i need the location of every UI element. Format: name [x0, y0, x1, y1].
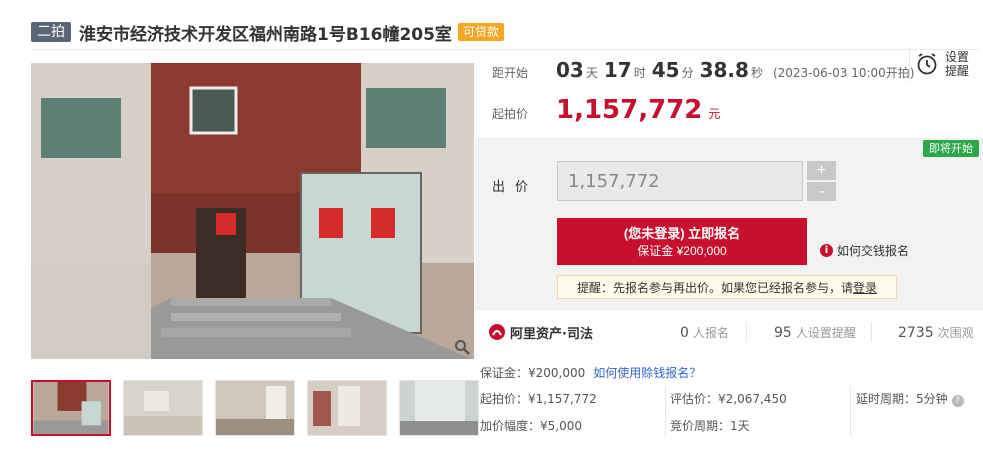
countdown-seconds: 38.8: [699, 58, 749, 82]
start-time: (2023-06-03 10:00开拍): [772, 66, 915, 80]
brand-name: 阿里资产·司法: [510, 326, 593, 342]
info-increment: 加价幅度：¥5,000: [480, 419, 582, 433]
countdown-minutes: 45: [651, 58, 680, 82]
status-badge: 即将开始: [923, 140, 979, 157]
thumbnail-5[interactable]: [399, 380, 479, 436]
countdown-label: 距开始: [492, 66, 529, 80]
main-photo[interactable]: [31, 63, 474, 359]
building-photo: [31, 63, 474, 359]
thumbnail-4[interactable]: [307, 380, 387, 436]
info-start-price: 起拍价：¥1,157,772: [480, 392, 597, 406]
countdown-days-unit: 天: [585, 66, 598, 80]
info-icon: i: [820, 244, 833, 257]
round-badge: 二拍: [31, 22, 71, 42]
grid-divider: [850, 386, 851, 436]
stat-divider: [871, 322, 872, 342]
countdown: 距开始 03 天 17 时 45 分 38.8 秒 (2023-06-03 10…: [492, 58, 914, 82]
increase-bid-button[interactable]: +: [807, 161, 836, 180]
stat-views: 2735 次围观: [898, 325, 974, 341]
login-tip: 提醒：先报名参与再出价。如果您已经报名参与，请登录: [557, 275, 897, 299]
alarm-clock-icon: [917, 53, 937, 75]
register-deposit-label: 保证金 ¥200,000: [637, 243, 727, 258]
decrease-bid-button[interactable]: -: [807, 182, 836, 201]
info-delay-period: 延时周期：5分钟?: [856, 390, 964, 407]
countdown-seconds-unit: 秒: [750, 66, 763, 80]
stat-reminders: 95 人设置提醒: [774, 325, 856, 341]
ali-asset-logo-icon: [489, 324, 505, 340]
loan-tag[interactable]: 可贷款: [457, 23, 504, 41]
grid-divider: [665, 386, 666, 436]
title-divider: [31, 49, 978, 50]
deposit-row: 保证金：¥200,000 如何使用赊钱报名？: [480, 364, 701, 381]
stats-row: 阿里资产·司法 0 人报名 95 人设置提醒 2735 次围观: [488, 318, 983, 346]
title-bar: 二拍 淮安市经济技术开发区福州南路1号B16幢205室 可贷款: [31, 21, 504, 45]
starting-price: 起拍价 1,157,772 元: [492, 95, 720, 125]
login-link[interactable]: 登录: [853, 281, 877, 295]
countdown-hours-unit: 时: [633, 66, 646, 80]
tip-text: 提醒：先报名参与再出价。如果您已经报名参与，请: [576, 281, 853, 295]
howto-register-label: 如何交钱报名: [837, 244, 910, 258]
howto-register-link[interactable]: i 如何交钱报名: [820, 242, 909, 259]
starting-price-value: 1,157,772: [556, 95, 703, 125]
reminder-label: 设置提醒: [945, 50, 970, 78]
thumbnail-2[interactable]: [123, 380, 203, 436]
reminder-divider: [909, 48, 910, 82]
zoom-icon[interactable]: [454, 339, 470, 355]
info-bid-period: 竞价周期：1天: [670, 419, 750, 433]
stat-divider: [746, 322, 747, 342]
starting-price-unit: 元: [708, 107, 721, 121]
countdown-minutes-unit: 分: [681, 66, 694, 80]
starting-price-label: 起拍价: [492, 107, 529, 121]
stat-registrations: 0 人报名: [680, 325, 729, 341]
bid-label: 出价: [492, 180, 539, 195]
bid-panel: 即将开始 出价 + - (您未登录) 立即报名 保证金 ¥200,000 i 如…: [475, 138, 983, 310]
thumbnail-1[interactable]: [31, 380, 111, 436]
countdown-hours: 17: [603, 58, 632, 82]
set-reminder-button[interactable]: 设置提醒: [915, 50, 971, 78]
countdown-days: 03: [556, 58, 584, 82]
info-appraisal: 评估价：¥2,067,450: [670, 392, 787, 406]
register-button[interactable]: (您未登录) 立即报名 保证金 ¥200,000: [557, 218, 807, 265]
deposit-help-link[interactable]: 如何使用赊钱报名？: [593, 366, 701, 380]
deposit-amount: 保证金：¥200,000: [480, 366, 586, 380]
bid-input[interactable]: [557, 161, 803, 201]
thumbnail-3[interactable]: [215, 380, 295, 436]
brand-logo: 阿里资产·司法: [488, 323, 593, 342]
help-icon[interactable]: ?: [951, 395, 964, 407]
thumbnail-strip: [31, 380, 491, 436]
bid-stepper: + -: [807, 161, 836, 201]
register-button-label: (您未登录) 立即报名: [623, 225, 741, 241]
page-title: 淮安市经济技术开发区福州南路1号B16幢205室: [79, 24, 452, 45]
